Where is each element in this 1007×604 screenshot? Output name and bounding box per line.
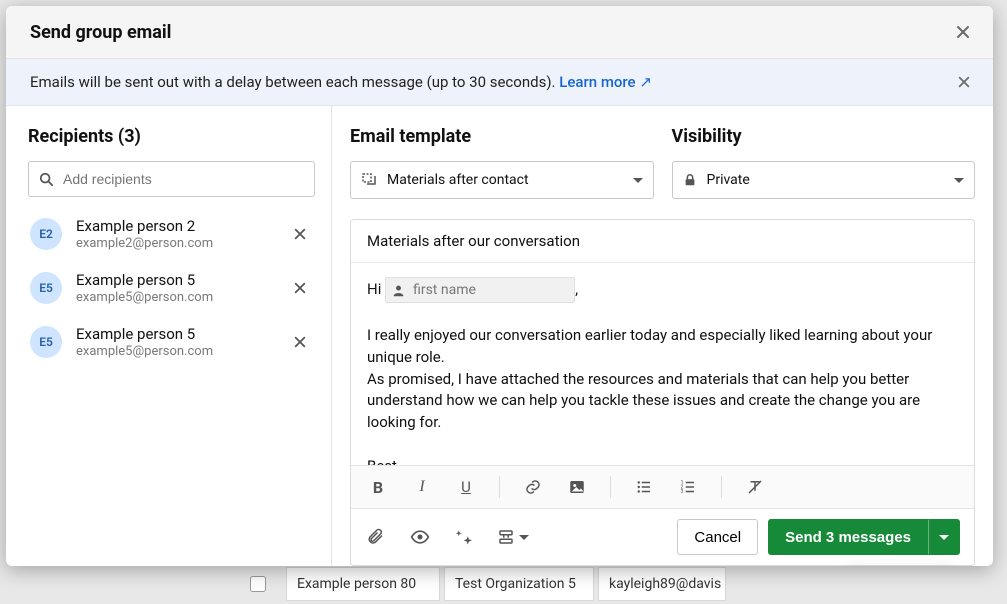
remove-recipient-icon[interactable] (289, 223, 311, 245)
clear-format-button[interactable] (744, 476, 766, 498)
svg-text:3: 3 (681, 489, 684, 495)
email-editor: Materials after our conversation Hi firs… (350, 219, 975, 566)
recipient-name: Example person 2 (76, 217, 275, 235)
avatar: E5 (30, 326, 62, 358)
link-button[interactable] (522, 476, 544, 498)
ai-button[interactable] (453, 526, 475, 548)
format-toolbar: B I U (351, 465, 974, 508)
recipient-row: E2 Example person 2 example2@person.com (28, 207, 315, 261)
toolbar-separator (610, 476, 611, 498)
attach-button[interactable] (365, 526, 387, 548)
modal-titlebar: Send group email (6, 6, 993, 59)
search-icon (39, 172, 53, 186)
chevron-down-icon (633, 178, 643, 183)
body-paragraph: As promised, I have attached the resourc… (367, 369, 958, 434)
recipient-name: Example person 5 (76, 325, 275, 343)
visibility-select[interactable]: Private (672, 161, 976, 199)
greeting-suffix: , (575, 280, 578, 298)
compose-panel: Email template Materials after contact (332, 106, 993, 566)
remove-recipient-icon[interactable] (289, 277, 311, 299)
learn-more-link[interactable]: Learn more ↗ (559, 73, 652, 91)
cancel-button[interactable]: Cancel (677, 519, 758, 555)
remove-recipient-icon[interactable] (289, 331, 311, 353)
bg-email-cell[interactable]: kayleigh89@davis (598, 567, 726, 601)
info-banner: Emails will be sent out with a delay bet… (6, 59, 993, 106)
template-select[interactable]: Materials after contact (350, 161, 654, 199)
recipient-email: example2@person.com (76, 236, 275, 251)
firstname-merge-chip[interactable]: first name (385, 277, 575, 303)
recipient-row: E5 Example person 5 example5@person.com (28, 261, 315, 315)
chevron-down-icon (954, 178, 964, 183)
email-body[interactable]: Hi first name , I really enjoyed our con… (351, 263, 974, 465)
recipients-panel: Recipients (3) E2 Example person 2 examp… (6, 106, 332, 566)
recipients-heading: Recipients (3) (28, 126, 315, 147)
preview-button[interactable] (409, 526, 431, 548)
chip-label: first name (413, 280, 476, 300)
underline-button[interactable]: U (455, 476, 477, 498)
toolbar-separator (499, 476, 500, 498)
greeting-prefix: Hi (367, 280, 385, 298)
info-text: Emails will be sent out with a delay bet… (30, 73, 559, 91)
template-icon (361, 172, 377, 188)
close-icon[interactable] (951, 20, 975, 44)
add-recipients-field[interactable] (28, 161, 315, 197)
visibility-selected: Private (707, 172, 750, 188)
bold-button[interactable]: B (367, 476, 389, 498)
merge-fields-button[interactable] (497, 526, 529, 548)
send-group-email-modal: Send group email Emails will be sent out… (6, 6, 993, 566)
editor-footer: Cancel Send 3 messages (351, 508, 974, 565)
chevron-down-icon (519, 535, 529, 540)
numbered-list-button[interactable]: 123 (677, 476, 699, 498)
body-paragraph: I really enjoyed our conversation earlie… (367, 325, 958, 369)
dismiss-banner-icon[interactable] (953, 71, 975, 93)
external-link-icon: ↗ (639, 73, 652, 91)
recipient-email: example5@person.com (76, 344, 275, 359)
send-button[interactable]: Send 3 messages (768, 519, 928, 555)
signoff: Best, (367, 456, 958, 465)
bullet-list-button[interactable] (633, 476, 655, 498)
modal-title: Send group email (30, 22, 171, 43)
recipient-name: Example person 5 (76, 271, 275, 289)
visibility-heading: Visibility (672, 126, 976, 147)
image-button[interactable] (566, 476, 588, 498)
recipient-email: example5@person.com (76, 290, 275, 305)
learn-more-label: Learn more (559, 73, 635, 91)
person-icon (392, 284, 405, 297)
italic-button[interactable]: I (411, 476, 433, 498)
add-recipients-input[interactable] (61, 170, 304, 188)
avatar: E5 (30, 272, 62, 304)
bg-name-cell[interactable]: Example person 80 (286, 567, 440, 601)
bg-org-cell[interactable]: Test Organization 5 (444, 567, 594, 601)
subject-field[interactable]: Materials after our conversation (351, 220, 974, 263)
lock-icon (683, 173, 697, 187)
send-menu-button[interactable] (928, 519, 960, 555)
template-heading: Email template (350, 126, 654, 147)
background-table-row: Example person 80 Test Organization 5 ka… (0, 564, 1007, 604)
toolbar-separator (721, 476, 722, 498)
template-selected: Materials after contact (387, 172, 529, 188)
recipient-row: E5 Example person 5 example5@person.com (28, 315, 315, 369)
avatar: E2 (30, 218, 62, 250)
row-checkbox[interactable] (250, 576, 266, 592)
